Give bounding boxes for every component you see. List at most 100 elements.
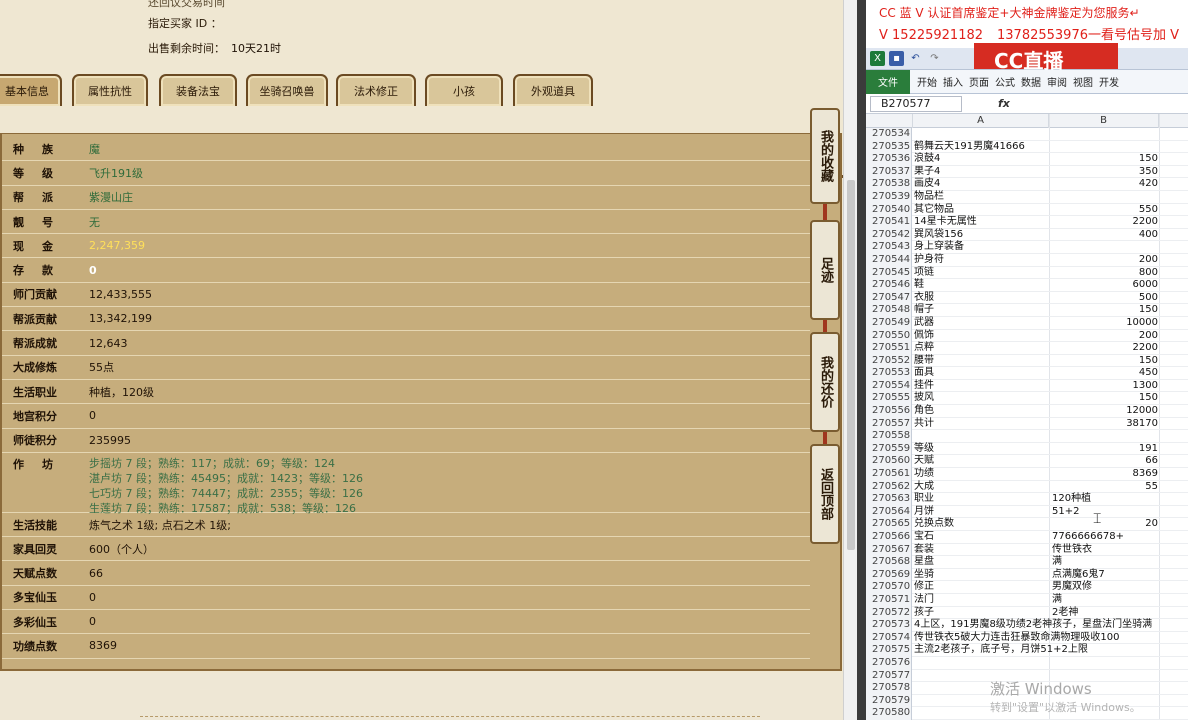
- cell-b[interactable]: 满: [1052, 594, 1062, 607]
- cell-b[interactable]: 550: [1050, 204, 1158, 217]
- cell-b[interactable]: 2老神: [1052, 607, 1078, 620]
- tab-basic-info[interactable]: 基本信息: [0, 74, 62, 106]
- row-number[interactable]: 270557: [866, 417, 912, 431]
- cell-a[interactable]: 角色: [914, 405, 1048, 418]
- cell-b[interactable]: 450: [1050, 367, 1158, 380]
- row-number[interactable]: 270544: [866, 253, 912, 267]
- cell-b[interactable]: 400: [1050, 229, 1158, 242]
- cell-a[interactable]: 修正: [914, 581, 1048, 594]
- row-number[interactable]: 270568: [866, 556, 912, 569]
- row-number[interactable]: 270579: [866, 694, 912, 708]
- row-number[interactable]: 270548: [866, 304, 912, 317]
- row-number[interactable]: 270543: [866, 241, 912, 254]
- cell-a[interactable]: 14星卡无属性: [914, 216, 1048, 229]
- row-number[interactable]: 270547: [866, 291, 912, 305]
- insert-function-icon[interactable]: fx: [998, 97, 1010, 110]
- cell-a[interactable]: 身上穿装备: [914, 241, 1048, 254]
- row-number[interactable]: 270558: [866, 430, 912, 443]
- browser-scrollbar[interactable]: [843, 0, 857, 720]
- row-number[interactable]: 270576: [866, 656, 912, 670]
- tab-home[interactable]: 开始: [914, 74, 940, 89]
- cell-a[interactable]: 腰带: [914, 355, 1048, 368]
- tab-appearance-items[interactable]: 外观道具: [513, 74, 593, 106]
- cell-b[interactable]: 350: [1050, 166, 1158, 179]
- row-number[interactable]: 270574: [866, 631, 912, 645]
- scrollbar-thumb[interactable]: [847, 180, 855, 550]
- tab-equipment-artifact[interactable]: 装备法宝: [159, 74, 237, 106]
- row-number[interactable]: 270549: [866, 316, 912, 330]
- cell-a[interactable]: 功绩: [914, 468, 1048, 481]
- tab-attribute-resistance[interactable]: 属性抗性: [72, 74, 148, 106]
- cell-a[interactable]: 职业: [914, 493, 1048, 506]
- row-number[interactable]: 270573: [866, 619, 912, 632]
- row-number[interactable]: 270563: [866, 493, 912, 506]
- row-number[interactable]: 270552: [866, 354, 912, 368]
- tab-data[interactable]: 数据: [1018, 74, 1044, 89]
- row-number[interactable]: 270559: [866, 442, 912, 456]
- cell-a[interactable]: 护身符: [914, 254, 1048, 267]
- cell-b[interactable]: 1300: [1050, 380, 1158, 393]
- cell-b[interactable]: 2200: [1050, 342, 1158, 355]
- cell-b[interactable]: 420: [1050, 178, 1158, 191]
- cell-b[interactable]: 500: [1050, 292, 1158, 305]
- footprint-button[interactable]: 足迹: [810, 220, 840, 320]
- row-number[interactable]: 270564: [866, 505, 912, 519]
- cell-a[interactable]: 孩子: [914, 607, 1048, 620]
- row-number[interactable]: 270580: [866, 707, 912, 720]
- tab-mount-summon[interactable]: 坐骑召唤兽: [246, 74, 328, 106]
- cell-b[interactable]: 2200: [1050, 216, 1158, 229]
- cell-a[interactable]: 传世铁衣5破大力连击狂暴致命满物理吸收100: [914, 632, 1119, 645]
- row-number[interactable]: 270537: [866, 165, 912, 179]
- cell-b[interactable]: 200: [1050, 330, 1158, 343]
- cell-b[interactable]: 20: [1050, 518, 1158, 531]
- row-number[interactable]: 270541: [866, 216, 912, 229]
- cell-a[interactable]: 挂件: [914, 380, 1048, 393]
- cell-a[interactable]: 月饼: [914, 506, 1048, 519]
- row-number[interactable]: 270577: [866, 669, 912, 683]
- row-number[interactable]: 270560: [866, 455, 912, 469]
- cell-a[interactable]: 其它物品: [914, 204, 1048, 217]
- tab-spell-correction[interactable]: 法术修正: [336, 74, 416, 106]
- cell-a[interactable]: 帽子: [914, 304, 1048, 317]
- row-number[interactable]: 270551: [866, 342, 912, 355]
- cell-a[interactable]: 共计: [914, 418, 1048, 431]
- tab-page-layout[interactable]: 页面: [966, 74, 992, 89]
- cell-b[interactable]: 点满魔6鬼7: [1052, 569, 1105, 582]
- cell-a[interactable]: 浪鼓4: [914, 153, 1048, 166]
- row-number[interactable]: 270567: [866, 543, 912, 557]
- tab-file[interactable]: 文件: [866, 69, 910, 94]
- cell-b[interactable]: 66: [1050, 455, 1158, 468]
- cell-b[interactable]: 6000: [1050, 279, 1158, 292]
- row-number[interactable]: 270575: [866, 644, 912, 657]
- cell-b[interactable]: 传世铁衣: [1052, 544, 1092, 557]
- cell-a[interactable]: 佩饰: [914, 330, 1048, 343]
- cell-a[interactable]: 法门: [914, 594, 1048, 607]
- cell-a[interactable]: 果子4: [914, 166, 1048, 179]
- cell-b[interactable]: 150: [1050, 153, 1158, 166]
- cell-a[interactable]: 衣服: [914, 292, 1048, 305]
- cell-a[interactable]: 等级: [914, 443, 1048, 456]
- cell-b[interactable]: 12000: [1050, 405, 1158, 418]
- cell-b[interactable]: 800: [1050, 267, 1158, 280]
- row-number[interactable]: 270572: [866, 606, 912, 620]
- row-number[interactable]: 270542: [866, 228, 912, 242]
- cell-b[interactable]: 150: [1050, 355, 1158, 368]
- sheet-grid[interactable]: 270534 270535 鹤舞云天191男魔41666 270536 浪鼓4 150 27…: [866, 128, 1188, 720]
- row-number[interactable]: 270571: [866, 593, 912, 607]
- cell-a[interactable]: 4上区，191男魔8级功绩2老神孩子，星盘法门坐骑满: [914, 619, 1152, 632]
- cell-b[interactable]: 7766666678+: [1052, 531, 1124, 544]
- my-counter-offers-button[interactable]: 我的还价: [810, 332, 840, 432]
- tab-view[interactable]: 视图: [1070, 74, 1096, 89]
- row-number[interactable]: 270540: [866, 203, 912, 217]
- cell-a[interactable]: 兑换点数: [914, 518, 1048, 531]
- column-header-b[interactable]: B: [1049, 114, 1159, 128]
- row-number[interactable]: 270539: [866, 190, 912, 204]
- tab-review[interactable]: 审阅: [1044, 74, 1070, 89]
- undo-icon[interactable]: ↶: [908, 51, 923, 66]
- cell-a[interactable]: 披风: [914, 392, 1048, 405]
- cell-a[interactable]: 宝石: [914, 531, 1048, 544]
- row-number[interactable]: 270570: [866, 581, 912, 594]
- cell-a[interactable]: 鞋: [914, 279, 1048, 292]
- column-header-a[interactable]: A: [913, 114, 1049, 128]
- cell-b[interactable]: 150: [1050, 304, 1158, 317]
